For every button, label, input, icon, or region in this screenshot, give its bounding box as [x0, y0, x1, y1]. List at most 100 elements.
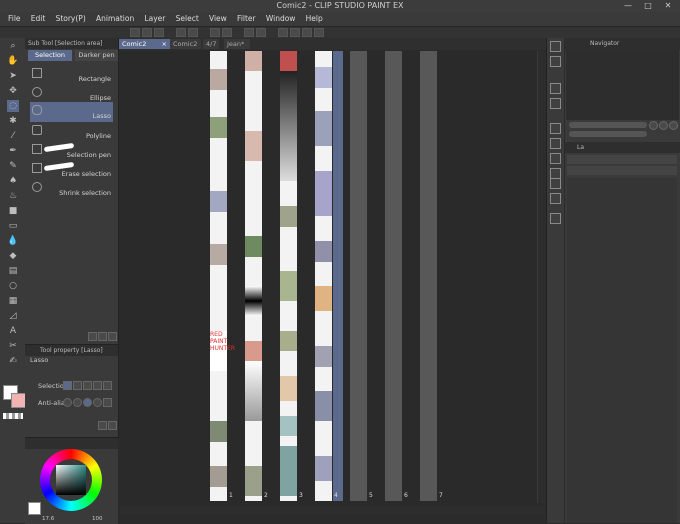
invert-selection-icon[interactable]	[256, 28, 266, 37]
auto-actions-icon[interactable]	[550, 193, 561, 204]
subtool-item-lasso[interactable]: Lasso	[30, 102, 113, 122]
vertical-scrollbar[interactable]	[537, 51, 546, 503]
horizontal-scrollbar[interactable]	[120, 507, 545, 515]
menu-help[interactable]: Help	[302, 12, 327, 26]
menu-file[interactable]: File	[4, 12, 25, 26]
balloon-icon[interactable]: ✂	[7, 340, 19, 352]
pencil-icon[interactable]: ✎	[7, 160, 19, 172]
animation-icon[interactable]	[550, 178, 561, 189]
blend-icon[interactable]: 💧	[7, 235, 19, 247]
antialias-medium-icon[interactable]	[83, 398, 92, 407]
gradient-icon[interactable]: ▤	[7, 265, 19, 277]
page-strip-3[interactable]	[280, 51, 297, 501]
tab-comic2-second[interactable]: Comic2	[170, 39, 201, 49]
main-color-mini[interactable]	[28, 502, 41, 515]
page-manager-icon[interactable]	[550, 213, 561, 224]
eraser-icon[interactable]: ▭	[7, 220, 19, 232]
selection-area-icon[interactable]: ◌	[7, 100, 19, 112]
tab-darker-pen[interactable]: Darker pen	[75, 50, 118, 61]
airbrush-icon[interactable]: ♨	[7, 190, 19, 202]
move-layer-icon[interactable]: ✥	[7, 85, 19, 97]
fit-icon[interactable]	[669, 121, 678, 130]
search-icon[interactable]	[550, 98, 561, 109]
subtract-selection-icon[interactable]	[83, 381, 92, 390]
undo-icon[interactable]	[176, 28, 186, 37]
show-area-icon[interactable]	[278, 28, 288, 37]
menu-story[interactable]: Story(P)	[52, 12, 90, 26]
reset-icon[interactable]	[108, 421, 117, 430]
antialias-weak-icon[interactable]	[73, 398, 82, 407]
tab-jean[interactable]: Jean*	[224, 39, 250, 49]
snap-ruler-icon[interactable]	[290, 28, 300, 37]
minimize-icon[interactable]: —	[618, 1, 638, 10]
maximize-icon[interactable]: □	[638, 1, 658, 10]
page-strip-1[interactable]: RED PAINT HUNTER	[210, 51, 235, 501]
fill-icon[interactable]: ◆	[7, 250, 19, 262]
tab-page-4-of-7[interactable]: 4/7	[203, 39, 219, 49]
figure-icon[interactable]: ○	[7, 280, 19, 292]
new-selection-icon[interactable]	[63, 381, 72, 390]
item-bank-icon[interactable]	[550, 83, 561, 94]
copy-subtool-icon[interactable]	[98, 332, 107, 341]
navigator-toggle-icon[interactable]	[550, 41, 561, 52]
correct-line-icon[interactable]: ✍	[7, 355, 19, 367]
menu-select[interactable]: Select	[172, 12, 203, 26]
zoom-slider[interactable]	[569, 122, 647, 128]
subtool-item-shrink-selection[interactable]: Shrink selection	[30, 179, 113, 199]
close-icon[interactable]: ✕	[658, 1, 678, 10]
wrench-icon[interactable]	[98, 421, 107, 430]
magnifier-icon[interactable]: ⌕	[7, 40, 19, 52]
new-icon[interactable]	[130, 28, 140, 37]
zoom-out-icon[interactable]	[649, 121, 658, 130]
blend-mode-row[interactable]	[567, 155, 677, 164]
auto-select-icon[interactable]: ✱	[7, 115, 19, 127]
menu-animation[interactable]: Animation	[92, 12, 138, 26]
eyedropper-icon[interactable]: ⁄	[7, 130, 19, 142]
transparent-color-icon[interactable]	[3, 413, 23, 419]
pen-icon[interactable]: ✒	[7, 145, 19, 157]
add-subtool-icon[interactable]	[88, 332, 97, 341]
menu-filter[interactable]: Filter	[233, 12, 260, 26]
layer-list[interactable]	[567, 178, 677, 523]
menu-edit[interactable]: Edit	[27, 12, 50, 26]
intersect-selection-icon[interactable]	[93, 381, 102, 390]
subtool-item-ellipse[interactable]: Ellipse	[30, 84, 113, 104]
subtool-item-rectangle[interactable]: Rectangle	[30, 65, 113, 85]
material-icon[interactable]	[550, 138, 561, 149]
antialias-dropdown-icon[interactable]	[103, 398, 112, 407]
antialias-strong-icon[interactable]	[93, 398, 102, 407]
navigator-preview[interactable]	[566, 50, 679, 120]
layer-property-icon[interactable]	[550, 123, 561, 134]
clear-icon[interactable]	[210, 28, 220, 37]
transform-icon[interactable]	[222, 28, 232, 37]
selection-mode-dropdown-icon[interactable]	[103, 381, 112, 390]
saturation-value-square[interactable]	[56, 465, 86, 495]
page-strip-7[interactable]	[420, 51, 437, 501]
subtool-item-erase-selection[interactable]: Erase selection	[30, 160, 113, 180]
subtool-item-polyline[interactable]: Polyline	[30, 122, 113, 142]
redo-icon[interactable]	[188, 28, 198, 37]
antialias-none-icon[interactable]	[63, 398, 72, 407]
operation-icon[interactable]: ➤	[7, 70, 19, 82]
menu-view[interactable]: View	[205, 12, 231, 26]
rotate-slider[interactable]	[569, 131, 647, 137]
subtool-item-selection-pen[interactable]: Selection pen	[30, 141, 113, 161]
open-icon[interactable]	[142, 28, 152, 37]
subview-icon[interactable]	[550, 56, 561, 67]
menu-layer[interactable]: Layer	[140, 12, 169, 26]
frame-border-icon[interactable]: ▦	[7, 295, 19, 307]
deselect-icon[interactable]	[244, 28, 254, 37]
tab-comic2[interactable]: Comic2 ×	[119, 39, 170, 49]
snap-special-ruler-icon[interactable]	[314, 28, 324, 37]
brush-icon[interactable]: ♠	[7, 175, 19, 187]
opacity-row[interactable]	[567, 166, 677, 175]
hand-icon[interactable]: ✋	[7, 55, 19, 67]
save-icon[interactable]	[154, 28, 164, 37]
page-strip-5[interactable]	[350, 51, 367, 501]
snap-grid-icon[interactable]	[302, 28, 312, 37]
page-strip-2[interactable]	[245, 51, 262, 501]
history-icon[interactable]	[550, 153, 561, 164]
menu-window[interactable]: Window	[262, 12, 300, 26]
tab-selection[interactable]: Selection	[28, 50, 72, 61]
page-strip-6[interactable]	[385, 51, 402, 501]
